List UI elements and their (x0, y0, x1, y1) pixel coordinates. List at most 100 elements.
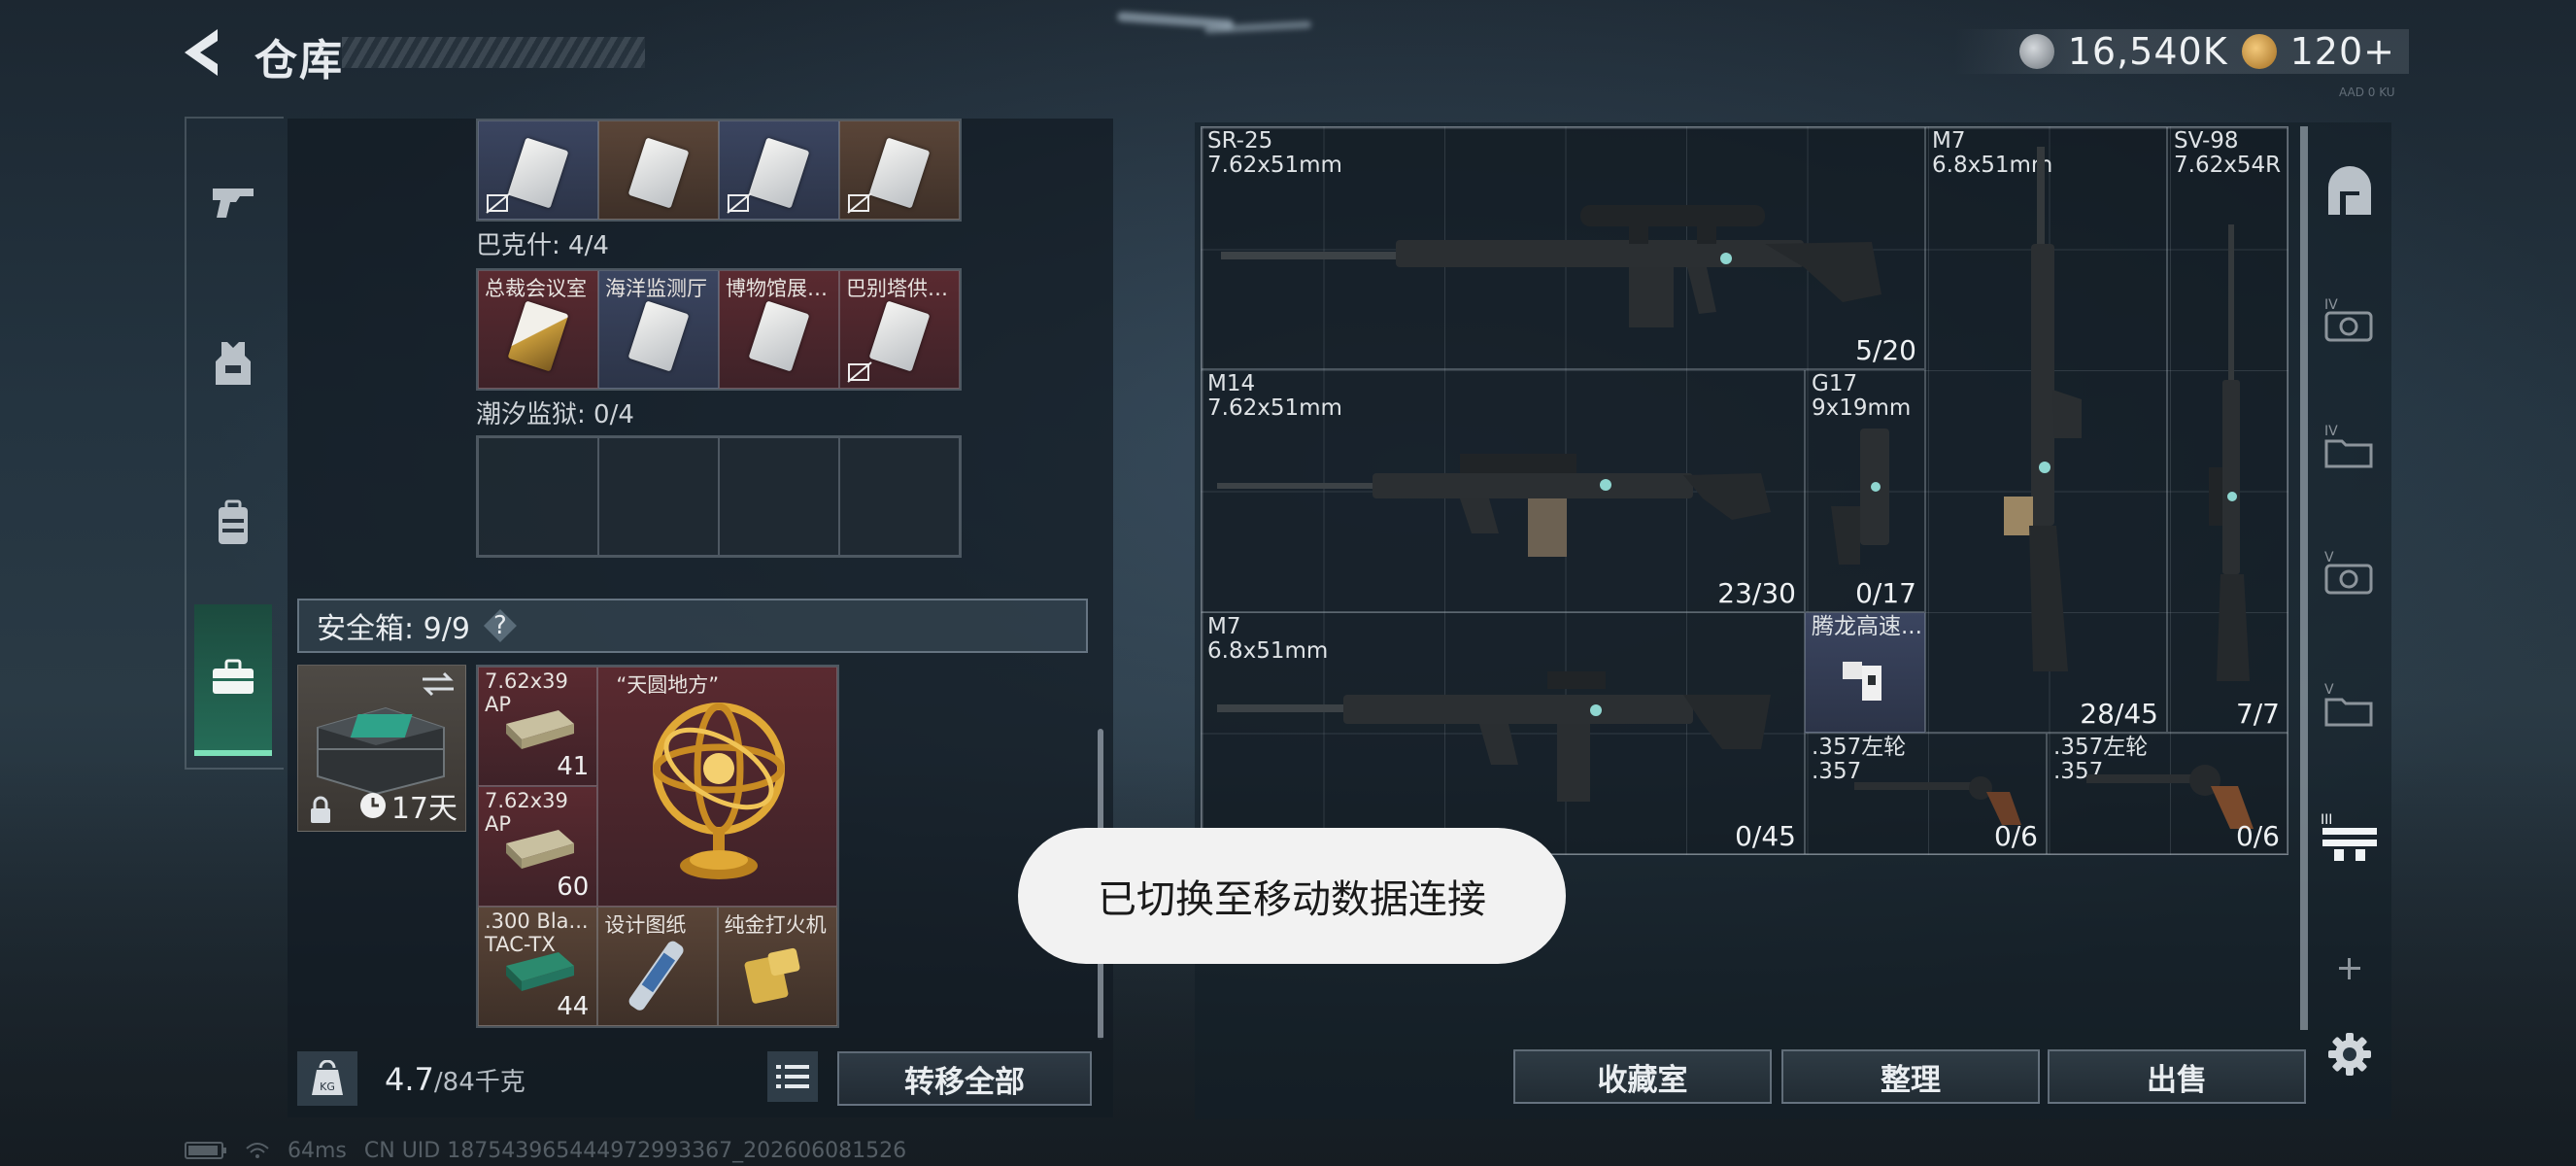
collection-card[interactable] (719, 120, 839, 220)
sniper-rifle-icon (2209, 224, 2250, 681)
safe-items-grid: 7.62x39 AP 41 7.62x39 AP 60 “天圆地方” .300 … (476, 665, 839, 1028)
lock-icon (311, 796, 330, 823)
document-icon (507, 300, 569, 372)
document-icon (507, 137, 569, 209)
list-view-button[interactable] (767, 1051, 818, 1102)
briefcase-icon (213, 659, 254, 694)
document-icon (748, 300, 810, 372)
sell-button[interactable]: 出售 (2048, 1049, 2306, 1104)
weapon-g17[interactable]: G17 9x19mm 0/17 (1805, 369, 1925, 612)
filter-weapons-tab[interactable]: III (2316, 803, 2384, 871)
empty-slot[interactable] (478, 437, 598, 556)
item-tenglong[interactable]: 腾龙高速... (1805, 612, 1925, 733)
pistol-icon (1831, 429, 1889, 565)
no-trade-icon (727, 192, 752, 214)
safe-case-icon (317, 706, 445, 796)
armillary-sphere-icon (653, 703, 786, 879)
collection-set-label: 潮汐监狱: 0/4 (476, 400, 634, 429)
filter-tier4-tab[interactable]: IV (2316, 286, 2384, 354)
collection-card[interactable]: 海洋监测厅 (598, 270, 719, 389)
ammo-item[interactable]: 7.62x39 AP 41 (478, 667, 598, 787)
armillary-sphere-item[interactable]: “天圆地方” (597, 667, 837, 907)
collection-set-label: 巴克什: 4/4 (476, 231, 609, 260)
accessory-icon (1843, 662, 1881, 701)
blueprint-item[interactable]: 设计图纸 (597, 906, 718, 1026)
gold-currency-value[interactable]: 120+ (2290, 30, 2395, 73)
rifle-icon (1217, 454, 1771, 557)
status-line: 64ms CN UID 187543965444972993367_202606… (185, 1138, 907, 1163)
rifle-icon (2004, 147, 2082, 671)
collection-card[interactable] (598, 120, 719, 220)
tier5-keycard-icon: V (2324, 550, 2373, 595)
rifle-icon (1217, 671, 1771, 802)
right-scrollbar[interactable] (2300, 126, 2308, 1030)
weapon-m7[interactable]: M7 6.8x51mm 0/45 (1201, 612, 1805, 855)
revolver-icon (2086, 765, 2254, 829)
filter-tier4-doc-tab[interactable]: IV (2316, 412, 2384, 480)
collection-room-button[interactable]: 收藏室 (1513, 1049, 1772, 1104)
collection-set-grid: 总裁会议室 海洋监测厅 博物馆展… 巴别塔供… (476, 268, 962, 391)
tier4-folder-icon: IV (2324, 424, 2373, 468)
collection-card[interactable]: 博物馆展… (719, 270, 839, 389)
list-icon (776, 1065, 809, 1088)
ammo-item[interactable]: .300 Bla... TAC-TX 44 (478, 906, 598, 1026)
document-icon (868, 137, 931, 209)
ping-value: 64ms (288, 1138, 347, 1163)
plus-icon (2339, 958, 2360, 979)
document-icon (748, 137, 810, 209)
gear-icon (2328, 1033, 2371, 1076)
silver-coin-icon (2018, 34, 2054, 69)
title-stripe (342, 37, 645, 68)
weapon-m7-vertical[interactable]: M7 6.8x51mm 28/45 (1925, 126, 2167, 733)
weight-capacity: 4.7/84千克 (385, 1061, 525, 1098)
network-toast: 已切换至移动数据连接 (1018, 828, 1566, 964)
collection-card[interactable] (478, 120, 598, 220)
all-items-icon (2328, 166, 2371, 215)
empty-slot[interactable] (839, 437, 960, 556)
corner-code: AAD 0 KU (2339, 86, 2395, 99)
ammo-box-icon (506, 951, 574, 991)
weapon-m14[interactable]: M14 7.62x51mm 23/30 (1201, 369, 1805, 612)
no-trade-icon (847, 192, 872, 214)
weapon-sv98[interactable]: SV-98 7.62x54R 7/7 (2167, 126, 2288, 733)
collection-card[interactable]: 巴别塔供… (839, 270, 960, 389)
collection-set-grid-empty (476, 435, 962, 558)
tab-weapons[interactable] (194, 163, 272, 241)
filter-tier5-tab[interactable]: V (2316, 538, 2384, 606)
user-uid: CN UID 187543965444972993367_20260608152… (363, 1138, 907, 1163)
battery-icon (185, 1142, 226, 1159)
settings-button[interactable] (2316, 1020, 2384, 1088)
svg-text:IV: IV (2324, 424, 2338, 439)
transfer-all-button[interactable]: 转移全部 (837, 1051, 1092, 1106)
safe-box-container[interactable]: 17天 (297, 665, 466, 832)
tab-armor[interactable] (194, 325, 272, 402)
no-trade-icon (847, 361, 872, 383)
help-icon[interactable]: ? (483, 609, 517, 642)
svg-text:V: V (2324, 682, 2334, 698)
tab-backpack[interactable] (194, 484, 272, 562)
collection-card[interactable]: 总裁会议室 (478, 270, 598, 389)
weapon-357-revolver[interactable]: .357左轮 .357 0/6 (2047, 733, 2288, 855)
silver-currency-value: 16,540K (2067, 30, 2228, 73)
back-button[interactable] (177, 23, 231, 82)
filter-all-tab[interactable] (2316, 159, 2384, 227)
collection-card[interactable] (839, 120, 960, 220)
gold-lighter-item[interactable]: 纯金打火机 (717, 906, 837, 1026)
clock-icon (359, 793, 386, 818)
ammo-box-icon (506, 830, 574, 870)
ammo-item[interactable]: 7.62x39 AP 60 (478, 786, 598, 907)
empty-slot[interactable] (719, 437, 839, 556)
weapon-357-revolver[interactable]: .357左轮 .357 0/6 (1805, 733, 2047, 855)
filter-tier5-doc-tab[interactable]: V (2316, 670, 2384, 738)
tab-storage-case[interactable] (194, 604, 272, 756)
wifi-icon (246, 1143, 269, 1158)
weapon-sr25[interactable]: SR-25 7.62x51mm 5/20 (1201, 126, 1925, 369)
back-arrow-icon (185, 29, 218, 76)
weight-button[interactable]: KG (297, 1051, 357, 1106)
empty-slot[interactable] (598, 437, 719, 556)
tier5-folder-icon: V (2324, 682, 2373, 727)
document-icon (868, 300, 931, 372)
weapons-stack-icon: III (2321, 812, 2377, 861)
sort-button[interactable]: 整理 (1781, 1049, 2040, 1104)
add-tab-button[interactable] (2316, 935, 2384, 1003)
